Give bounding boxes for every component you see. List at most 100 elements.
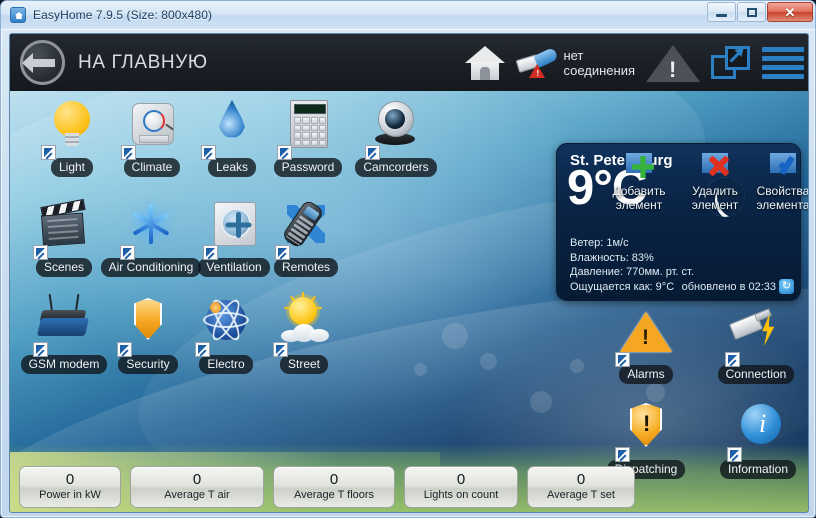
desktop-icon-label: Leaks <box>207 158 257 177</box>
desktop-icon-camcorders[interactable]: Camcorders <box>348 99 444 177</box>
app-viewport: НА ГЛАВНУЮ ! нет соединения ! Light Clim… <box>9 33 809 513</box>
alarm-triangle-icon: ! <box>615 306 677 367</box>
shortcut-badge-icon <box>277 145 292 160</box>
shortcut-badge-icon <box>117 342 132 357</box>
status-label: Average T floors <box>293 489 375 501</box>
status-panel-average-t-set[interactable]: 0 Average T set <box>527 466 635 508</box>
shortcut-badge-icon <box>275 245 290 260</box>
go-home-button[interactable]: НА ГЛАВНУЮ <box>20 40 208 85</box>
weather-updated-time: обновлено в 02:33 <box>681 281 776 293</box>
status-label: Lights on count <box>423 489 499 501</box>
background-bokeh <box>570 359 584 373</box>
plug-bolt-icon <box>725 306 787 367</box>
shortcut-badge-icon <box>120 245 135 260</box>
alerts-button[interactable]: ! <box>646 43 700 83</box>
desktop-icon-password[interactable]: Password <box>260 99 356 177</box>
connection-status-line2: соединения <box>563 62 635 78</box>
desktop-icon-gsm-modem[interactable]: GSM modem <box>16 293 112 374</box>
status-panel-lights-on-count[interactable]: 0 Lights on count <box>404 466 518 508</box>
fan-icon <box>203 199 265 260</box>
refresh-icon[interactable]: ↻ <box>779 279 794 294</box>
desktop-icon-label: Climate <box>123 158 181 177</box>
house-button[interactable] <box>465 45 506 80</box>
keypad-icon <box>277 99 339 160</box>
desktop-icon-label: GSM modem <box>20 355 108 374</box>
back-arrow-icon <box>20 40 65 85</box>
expand-window-icon <box>711 45 751 80</box>
shield-icon <box>117 296 179 357</box>
desktop-icon-alarms[interactable]: ! Alarms <box>598 306 694 384</box>
top-toolbar: НА ГЛАВНУЮ ! нет соединения ! <box>10 34 808 91</box>
hamburger-menu-icon <box>762 46 804 79</box>
maximize-icon <box>746 7 757 17</box>
desktop-icon-label: Electro <box>199 355 253 374</box>
desktop-icon-connection[interactable]: Connection <box>708 306 804 384</box>
thermostat-icon <box>121 99 183 160</box>
lightbulb-icon <box>41 99 103 160</box>
shortcut-badge-icon <box>201 145 216 160</box>
background-bokeh <box>414 363 427 376</box>
maximize-button[interactable] <box>737 2 766 22</box>
toolbar-right-group: ! нет соединения ! <box>465 34 804 91</box>
status-label: Average T air <box>164 489 230 501</box>
weather-feels-like: Ощущается как: 9°C <box>570 280 675 293</box>
status-panel-power[interactable]: 0 Power in kW <box>19 466 121 508</box>
go-home-label: НА ГЛАВНУЮ <box>78 51 208 73</box>
window-title: EasyHome 7.9.5 (Size: 800x480) <box>33 8 213 22</box>
context-action-label: Свойства элемента <box>756 184 809 212</box>
background-bokeh <box>442 323 468 349</box>
desktop-icon-label: Security <box>118 355 178 374</box>
desktop-icon-label: Scenes <box>35 258 93 277</box>
shortcut-badge-icon <box>195 342 210 357</box>
shortcut-badge-icon <box>273 342 288 357</box>
connection-status-line1: нет <box>563 47 584 63</box>
status-value: 0 <box>576 471 586 488</box>
status-value: 0 <box>456 471 466 488</box>
weather-pressure: Давление: 770мм. рт. ст. <box>570 266 694 278</box>
expand-window-button[interactable] <box>711 45 751 80</box>
desktop-icon-label: Street <box>279 355 328 374</box>
desktop-icon-remotes[interactable]: Remotes <box>258 198 354 277</box>
shortcut-badge-icon <box>725 352 740 367</box>
weather-wind: Ветер: 1м/с <box>570 237 629 249</box>
atom-icon <box>195 296 257 357</box>
shortcut-badge-icon <box>615 447 630 462</box>
weather-details: Ветер: 1м/с Влажность: 83% Давление: 770… <box>570 236 694 294</box>
warning-triangle-icon: ! <box>646 43 700 83</box>
connection-status-text: нет соединения <box>563 48 635 78</box>
shortcut-badge-icon <box>33 245 48 260</box>
desktop-icon-label: Password <box>273 158 343 177</box>
application-window: EasyHome 7.9.5 (Size: 800x480) ✕ НА ГЛАВ… <box>0 0 816 518</box>
minimize-button[interactable] <box>707 2 736 22</box>
shortcut-badge-icon <box>121 145 136 160</box>
status-bar: 0 Power in kW 0 Average T air 0 Average … <box>10 464 808 510</box>
desktop-icon-label: Connection <box>717 365 795 384</box>
desktop-icon-street[interactable]: Street <box>256 292 352 374</box>
shortcut-badge-icon <box>203 245 218 260</box>
desktop-icon-label: Remotes <box>273 258 339 277</box>
status-value: 0 <box>329 471 339 488</box>
connection-status[interactable]: ! нет соединения <box>516 46 635 79</box>
desktop-icon-label: Light <box>50 158 94 177</box>
shortcut-badge-icon <box>41 145 56 160</box>
waterdrop-icon <box>201 99 263 160</box>
background-bokeh <box>480 353 497 370</box>
background-bokeh <box>646 383 665 402</box>
weather-humidity: Влажность: 83% <box>570 251 654 264</box>
properties-check-icon <box>766 153 800 183</box>
window-controls: ✕ <box>707 2 813 22</box>
context-action-properties[interactable]: Свойства элемента <box>740 153 809 212</box>
main-menu-button[interactable] <box>762 46 804 79</box>
status-panel-average-t-floors[interactable]: 0 Average T floors <box>273 466 395 508</box>
close-button[interactable]: ✕ <box>767 2 813 22</box>
status-label: Power in kW <box>39 489 101 501</box>
delete-cross-icon <box>698 153 732 183</box>
context-action-add[interactable]: Добавить элемент <box>596 153 682 212</box>
info-circle-icon: i <box>727 401 789 462</box>
remote-control-icon <box>275 198 337 260</box>
desktop-icon-label: Alarms <box>619 365 673 384</box>
sun-cloud-icon <box>273 292 335 357</box>
status-panel-average-t-air[interactable]: 0 Average T air <box>130 466 264 508</box>
snowflake-icon <box>120 199 182 260</box>
webcam-icon <box>365 99 427 160</box>
